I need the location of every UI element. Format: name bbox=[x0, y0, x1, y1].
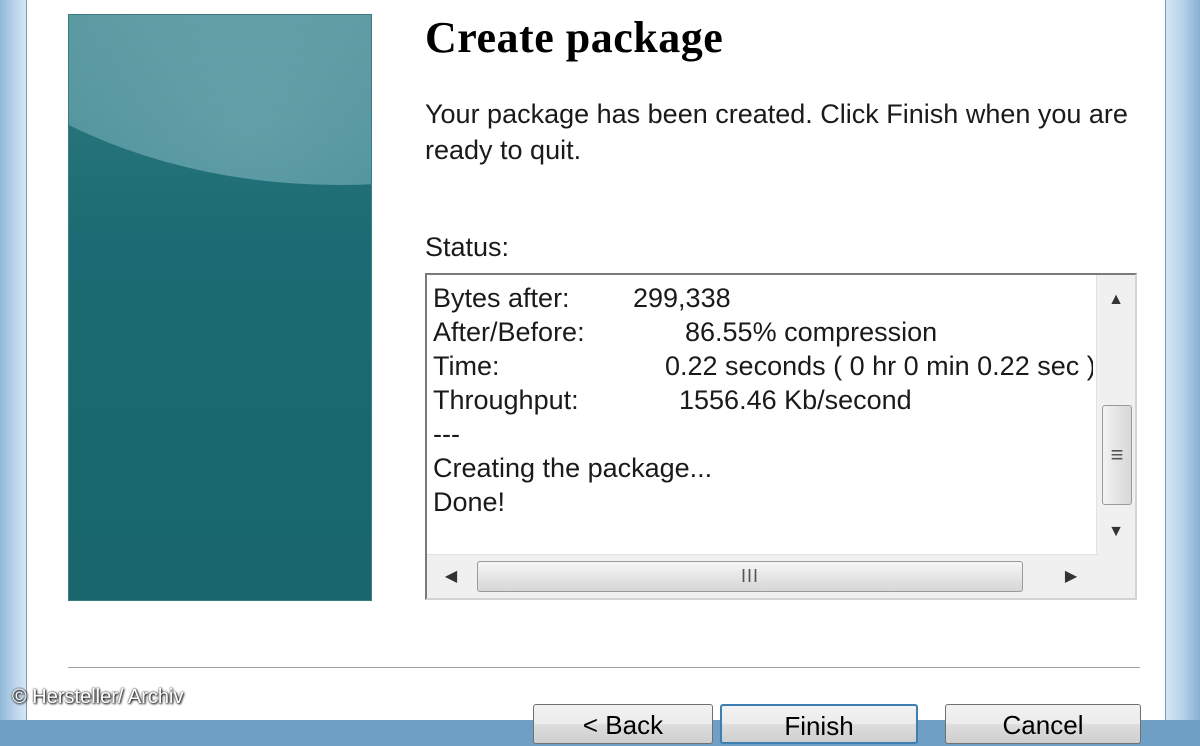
page-description: Your package has been created. Click Fin… bbox=[425, 99, 1128, 165]
horizontal-scroll-thumb[interactable]: III bbox=[477, 561, 1023, 592]
status-label: Status: bbox=[425, 232, 510, 262]
vertical-scrollbar[interactable]: ▲ ≡ ▼ bbox=[1096, 275, 1135, 557]
footer-separator bbox=[68, 667, 1140, 669]
banner-glow bbox=[69, 15, 371, 600]
vertical-scroll-thumb[interactable]: ≡ bbox=[1102, 405, 1132, 505]
finish-button[interactable]: Finish bbox=[720, 704, 918, 744]
status-line-separator: --- bbox=[433, 419, 460, 449]
scroll-right-arrow-icon[interactable]: ▶ bbox=[1051, 555, 1091, 598]
status-value: 86.55% compression bbox=[685, 317, 938, 347]
status-key: After/Before: bbox=[433, 317, 585, 347]
status-log-text: Bytes after: 299,338 After/Before: 86.55… bbox=[433, 281, 1093, 551]
status-line-done: Done! bbox=[433, 487, 506, 517]
copyright-watermark: © Hersteller/ Archiv bbox=[12, 686, 184, 708]
window-frame-right bbox=[1165, 0, 1200, 720]
status-value: 1556.46 Kb/second bbox=[679, 385, 912, 415]
status-line-creating: Creating the package... bbox=[433, 453, 713, 483]
scroll-up-arrow-icon[interactable]: ▲ bbox=[1097, 283, 1135, 317]
scroll-left-arrow-icon[interactable]: ◀ bbox=[431, 555, 471, 598]
create-package-dialog: Create package Your package has been cre… bbox=[27, 0, 1165, 744]
wizard-banner-image bbox=[68, 14, 372, 601]
status-line-ratio: After/Before: 86.55% compression bbox=[433, 315, 1093, 349]
status-log-box[interactable]: Bytes after: 299,338 After/Before: 86.55… bbox=[425, 273, 1137, 600]
status-key: Bytes after: bbox=[433, 283, 570, 313]
window-frame-left bbox=[0, 0, 27, 720]
status-line-throughput: Throughput: 1556.46 Kb/second bbox=[433, 383, 1093, 417]
status-line-bytes-after: Bytes after: 299,338 bbox=[433, 281, 1093, 315]
back-button[interactable]: < Back bbox=[533, 704, 713, 744]
scroll-down-arrow-icon[interactable]: ▼ bbox=[1097, 515, 1135, 549]
cancel-button[interactable]: Cancel bbox=[945, 704, 1141, 744]
status-value: 0.22 seconds ( 0 hr 0 min 0.22 sec ) bbox=[665, 351, 1093, 381]
scrollbar-corner bbox=[1097, 555, 1135, 598]
status-key: Throughput: bbox=[433, 385, 579, 415]
status-key: Time: bbox=[433, 351, 500, 381]
horizontal-scrollbar[interactable]: ◀ III ▶ bbox=[427, 554, 1099, 598]
page-title: Create package bbox=[425, 13, 724, 62]
status-value: 299,338 bbox=[633, 283, 731, 313]
status-line-time: Time: 0.22 seconds ( 0 hr 0 min 0.22 sec… bbox=[433, 349, 1093, 383]
